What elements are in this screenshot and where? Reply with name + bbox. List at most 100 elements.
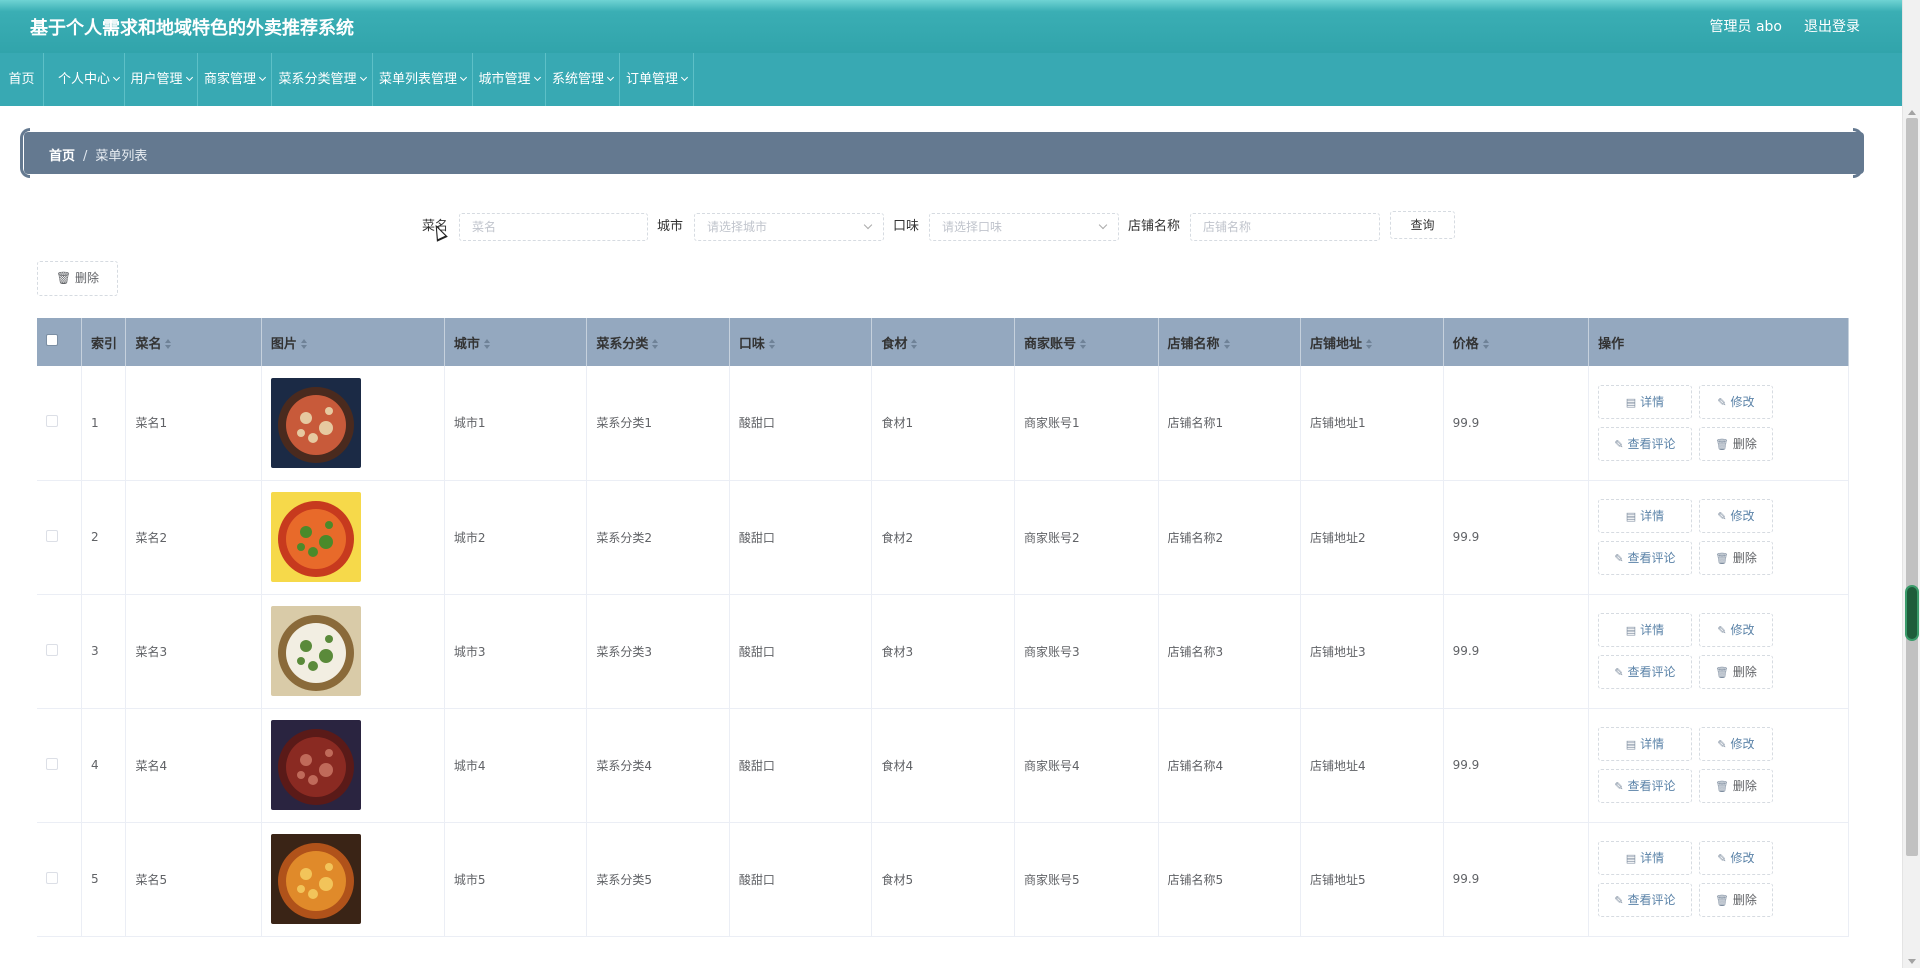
batch-delete-label: 删除 [75, 271, 100, 285]
cell-price: 99.9 [1443, 480, 1590, 595]
row-checkbox[interactable] [46, 643, 58, 656]
col-label: 店铺名称 [1167, 336, 1220, 352]
col-header-city[interactable]: 城市 [444, 318, 588, 366]
cell-ingredient: 食材4 [871, 708, 1015, 823]
col-header-address[interactable]: 店铺地址 [1300, 318, 1444, 366]
sort-icon[interactable] [1366, 339, 1374, 349]
menu-table: 索引 菜名 图片 城市 菜系分类 口味 食材 商家账号 店铺名称 店铺地址 价格… [37, 318, 1849, 937]
select-all-checkbox[interactable] [46, 334, 58, 346]
table-body: 1 菜名1 城市1 菜系分类1 酸甜口 食材1 商家账号1 店铺名称1 店铺地址1 99.9 ▤ 详情… [37, 366, 1849, 937]
row-delete-button[interactable]: 🗑 删除 [1698, 655, 1774, 689]
cell-account: 商家账号5 [1014, 822, 1159, 937]
detail-button[interactable]: ▤ 详情 [1598, 841, 1692, 875]
sort-icon[interactable] [652, 339, 660, 349]
row-checkbox[interactable] [46, 871, 58, 884]
cell-category: 菜系分类1 [586, 366, 730, 481]
cell-shop: 店铺名称2 [1158, 480, 1302, 595]
edit-button[interactable]: ✎ 修改 [1698, 841, 1774, 875]
cell-city: 城市5 [444, 822, 588, 937]
view-comments-button[interactable]: ✎ 查看评论 [1598, 883, 1692, 917]
detail-button[interactable]: ▤ 详情 [1598, 384, 1692, 419]
edit-label: 修改 [1730, 737, 1755, 751]
sort-icon[interactable] [1482, 339, 1491, 349]
dish-image[interactable] [270, 834, 361, 924]
batch-delete-button[interactable]: 🗑 删除 [37, 261, 118, 296]
chevron-down-icon [1098, 220, 1108, 230]
edit-button[interactable]: ✎ 修改 [1698, 613, 1774, 647]
cell-taste: 酸甜口 [729, 708, 873, 823]
col-header-image[interactable]: 图片 [261, 318, 445, 366]
dish-image[interactable] [270, 377, 361, 468]
nav-system-management[interactable]: 系统管理 [546, 53, 620, 106]
nav-user-management[interactable]: 用户管理 [125, 53, 198, 106]
detail-button[interactable]: ▤ 详情 [1598, 613, 1692, 647]
dish-name-input[interactable]: 菜名 [459, 213, 648, 241]
nav-cuisine-category-management[interactable]: 菜系分类管理 [272, 53, 373, 106]
admin-user-label[interactable]: 管理员 abo [1710, 16, 1782, 36]
cell-category: 菜系分类5 [586, 822, 730, 937]
edit-button[interactable]: ✎ 修改 [1698, 727, 1774, 761]
edit-pen-icon: ✎ [1717, 510, 1727, 523]
cell-name: 菜名1 [125, 366, 262, 481]
query-button[interactable]: 查询 [1390, 211, 1455, 239]
sort-icon[interactable] [1080, 339, 1088, 349]
nav-order-management[interactable]: 订单管理 [620, 53, 694, 106]
nav-personal-center[interactable]: 个人中心 [53, 53, 125, 106]
shop-name-input[interactable]: 店铺名称 [1190, 213, 1380, 241]
nav-label: 订单管理 [625, 72, 678, 87]
edit-button[interactable]: ✎ 修改 [1698, 499, 1774, 533]
logout-link[interactable]: 退出登录 [1804, 16, 1860, 36]
sort-icon[interactable] [165, 339, 173, 349]
detail-button[interactable]: ▤ 详情 [1598, 499, 1692, 533]
view-comments-button[interactable]: ✎ 查看评论 [1598, 769, 1692, 803]
row-checkbox[interactable] [46, 757, 58, 770]
row-checkbox[interactable] [46, 415, 58, 428]
col-header-name[interactable]: 菜名 [125, 318, 262, 366]
sort-icon[interactable] [911, 339, 919, 349]
col-header-price[interactable]: 价格 [1443, 318, 1590, 366]
row-checkbox[interactable] [46, 529, 58, 542]
sort-icon[interactable] [1223, 339, 1232, 349]
nav-merchant-management[interactable]: 商家管理 [198, 53, 272, 106]
breadcrumb-home[interactable]: 首页 [49, 149, 75, 164]
col-label: 价格 [1452, 336, 1479, 352]
sort-icon[interactable] [483, 339, 492, 349]
cell-ingredient: 食材2 [871, 480, 1015, 595]
nav-city-management[interactable]: 城市管理 [473, 53, 546, 106]
col-header-shop[interactable]: 店铺名称 [1158, 318, 1302, 366]
row-delete-button[interactable]: 🗑 删除 [1698, 541, 1774, 575]
col-header-category[interactable]: 菜系分类 [586, 318, 730, 366]
dish-image[interactable] [270, 720, 361, 810]
sort-icon[interactable] [768, 339, 777, 349]
sort-icon[interactable] [300, 339, 309, 349]
scroll-up-arrow-icon[interactable] [1908, 110, 1916, 115]
page-scrollbar[interactable] [1902, 0, 1920, 968]
col-header-account[interactable]: 商家账号 [1014, 318, 1159, 366]
nav-home[interactable]: 首页 [0, 53, 44, 106]
detail-label: 详情 [1640, 509, 1665, 523]
view-comments-button[interactable]: ✎ 查看评论 [1598, 655, 1692, 689]
view-comments-button[interactable]: ✎ 查看评论 [1598, 541, 1692, 575]
row-actions: ▤ 详情 ✎ 修改 ✎ 查看评论 🗑 删除 [1598, 384, 1774, 461]
scrollbar-thumb[interactable] [1906, 118, 1918, 856]
nav-menu-list-management[interactable]: 菜单列表管理 [373, 53, 473, 106]
scroll-down-arrow-icon[interactable] [1908, 959, 1916, 964]
cell-image [261, 708, 445, 823]
dish-image[interactable] [270, 606, 361, 696]
edit-label: 修改 [1730, 851, 1755, 865]
col-header-ingredient[interactable]: 食材 [871, 318, 1015, 366]
edit-button[interactable]: ✎ 修改 [1698, 384, 1774, 419]
taste-select[interactable]: 请选择口味 [929, 213, 1119, 241]
row-delete-button[interactable]: 🗑 删除 [1698, 883, 1774, 917]
chevron-down-icon [459, 73, 468, 82]
view-comments-button[interactable]: ✎ 查看评论 [1598, 426, 1692, 461]
edit-pen-icon: ✎ [1717, 738, 1727, 751]
city-select[interactable]: 请选择城市 [694, 213, 884, 241]
row-delete-button[interactable]: 🗑 删除 [1698, 769, 1774, 803]
nav-label: 首页 [8, 72, 35, 87]
dish-image[interactable] [270, 492, 361, 582]
row-delete-button[interactable]: 🗑 删除 [1698, 426, 1774, 461]
cell-price: 99.9 [1443, 822, 1590, 937]
detail-button[interactable]: ▤ 详情 [1598, 727, 1692, 761]
col-header-taste[interactable]: 口味 [729, 318, 873, 366]
